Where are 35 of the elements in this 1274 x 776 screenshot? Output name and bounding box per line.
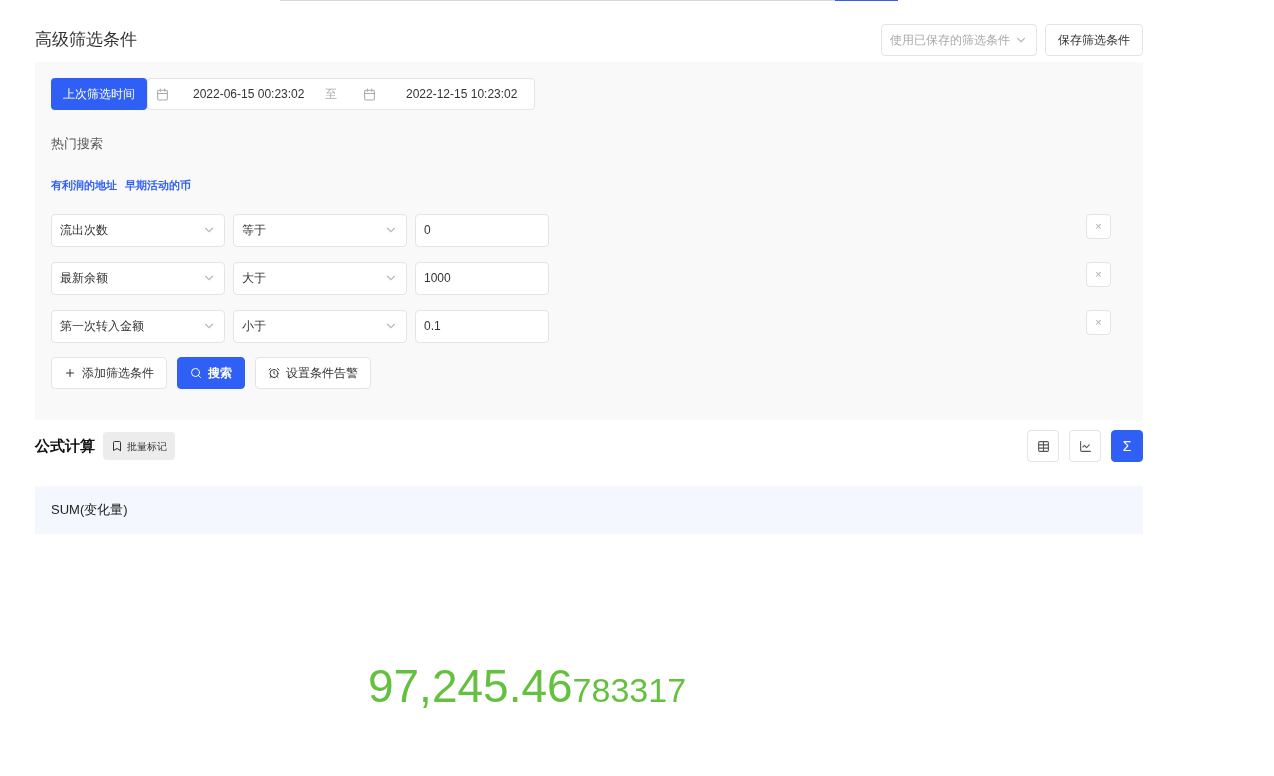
bookmark-icon bbox=[111, 440, 123, 452]
result-fraction: 783317 bbox=[572, 670, 687, 711]
field-select[interactable]: 最新余额 bbox=[51, 261, 225, 295]
calendar-icon bbox=[156, 87, 169, 101]
value-input[interactable]: 1000 bbox=[415, 261, 549, 295]
search-button[interactable]: 搜索 bbox=[177, 356, 245, 389]
batch-mark-button[interactable]: 批量标记 bbox=[103, 432, 175, 460]
add-button[interactable]: 添加筛选条件 bbox=[51, 356, 167, 389]
calendar-icon bbox=[363, 87, 376, 101]
result-value: 97,245.46 bbox=[367, 659, 573, 714]
last-filter-time-button[interactable]: 上次筛选时间 bbox=[51, 78, 147, 110]
save-filter-button[interactable]: 保存筛选条件 bbox=[1045, 23, 1143, 56]
value-input[interactable]: 0.1 bbox=[415, 309, 549, 343]
hot-search-label: 热门搜索 bbox=[51, 135, 103, 153]
hot-search-link[interactable]: 有利润的地址 bbox=[51, 177, 117, 194]
hot-search-link[interactable]: 早期活动的币 bbox=[125, 177, 191, 194]
chart-view-button[interactable] bbox=[1069, 430, 1101, 462]
operator-select[interactable]: 大于 bbox=[233, 261, 407, 295]
alarm-button[interactable]: 设置条件告警 bbox=[255, 356, 371, 389]
value-input[interactable]: 0 bbox=[415, 213, 549, 247]
formula-title: 公式计算 bbox=[35, 435, 95, 456]
field-select[interactable]: 流出次数 bbox=[51, 213, 225, 247]
line-chart-icon bbox=[1078, 439, 1092, 453]
operator-select[interactable]: 小于 bbox=[233, 309, 407, 343]
table-view-button[interactable] bbox=[1027, 430, 1059, 462]
operator-select[interactable]: 等于 bbox=[233, 213, 407, 247]
sum-view-button[interactable]: Σ bbox=[1111, 430, 1143, 462]
expression-text: SUM(变化量) bbox=[51, 501, 128, 520]
table-icon bbox=[1036, 439, 1050, 453]
search-icon bbox=[190, 366, 202, 379]
plus-icon bbox=[64, 366, 76, 379]
alarm-icon bbox=[268, 366, 280, 379]
date-range-field[interactable]: 2022-06-15 00:23:02 至 2022-12-15 10:23:02 bbox=[147, 78, 535, 110]
field-select[interactable]: 第一次转入金额 bbox=[51, 309, 225, 343]
section-title: 高级筛选条件 bbox=[35, 28, 137, 51]
